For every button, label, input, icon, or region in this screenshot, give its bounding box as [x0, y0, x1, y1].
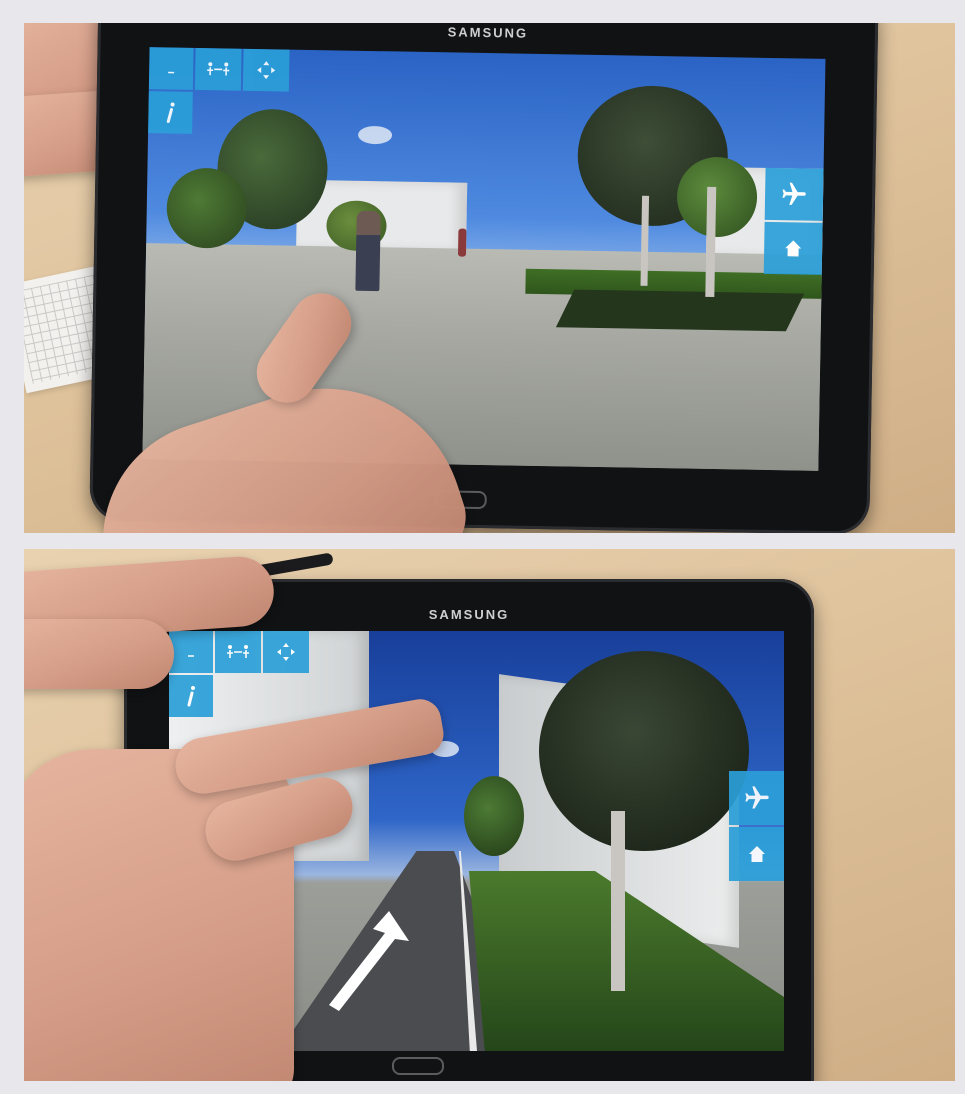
minus-icon	[168, 71, 175, 74]
tree	[464, 776, 524, 856]
road-arrow-marking	[329, 911, 409, 1011]
tree	[539, 651, 749, 851]
home-key[interactable]	[392, 1057, 444, 1075]
fly-mode-button[interactable]	[729, 771, 784, 825]
photo-bottom: SAMSUNG	[24, 549, 955, 1081]
home-icon	[785, 240, 802, 257]
info-button[interactable]	[148, 91, 193, 134]
cloud	[357, 125, 393, 145]
pedestrians-tool-button[interactable]	[194, 47, 242, 91]
pedestrians-tool-button[interactable]	[215, 631, 261, 673]
minimize-tool-button[interactable]	[169, 631, 213, 673]
device-brand: SAMSUNG	[447, 24, 529, 41]
airplane-icon	[782, 182, 806, 205]
airplane-icon	[744, 786, 769, 809]
tree-trunk	[611, 811, 625, 991]
photo-top: SAMSUNG	[24, 23, 955, 533]
pedestrians-icon	[207, 62, 230, 76]
tree	[166, 167, 248, 249]
minus-icon	[188, 655, 194, 657]
move-arrows-icon	[257, 61, 276, 80]
minimize-tool-button[interactable]	[148, 47, 194, 90]
pedestrians-icon	[227, 645, 249, 658]
home-icon	[748, 846, 765, 862]
fly-mode-button[interactable]	[764, 167, 824, 221]
info-icon	[166, 102, 175, 123]
move-tool-button[interactable]	[263, 631, 309, 673]
info-button[interactable]	[169, 675, 213, 717]
move-arrows-icon	[277, 643, 295, 661]
pedestrian	[355, 210, 381, 292]
pedestrian	[457, 228, 467, 257]
tree-trunk	[705, 186, 717, 298]
home-view-button[interactable]	[729, 827, 784, 881]
lawn-shadow	[555, 289, 805, 332]
holding-thumb	[24, 619, 174, 689]
move-tool-button[interactable]	[242, 48, 290, 92]
home-view-button[interactable]	[763, 221, 823, 275]
info-icon	[187, 686, 195, 707]
